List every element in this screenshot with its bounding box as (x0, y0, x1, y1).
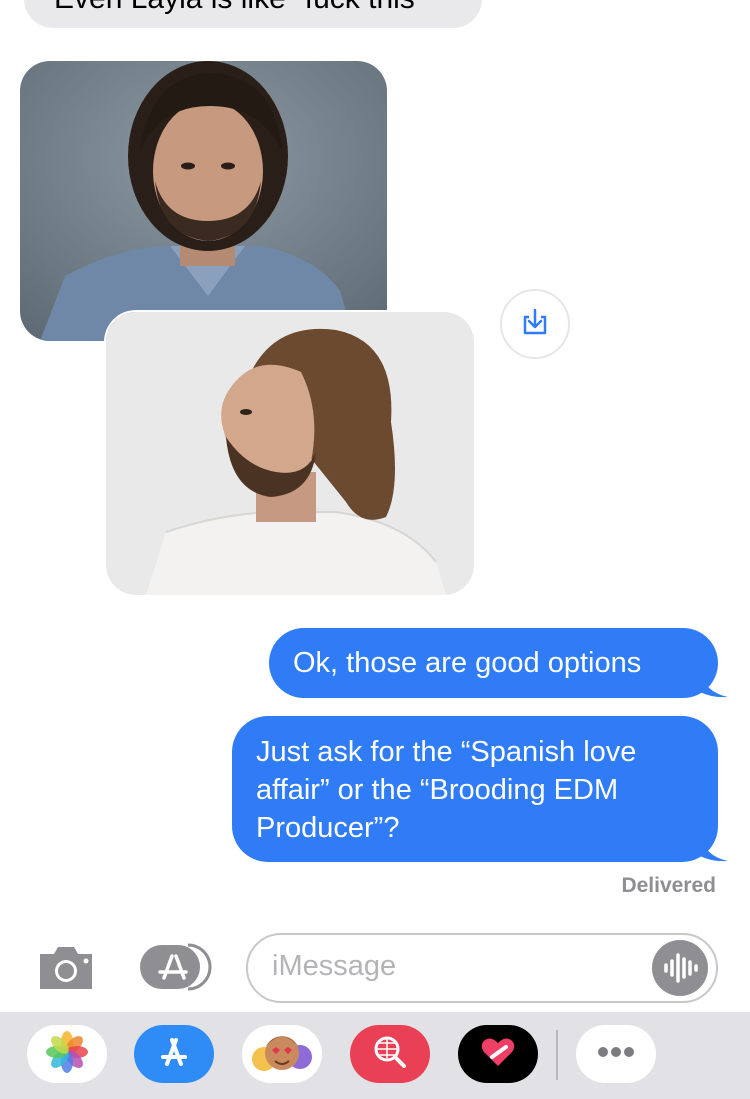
camera-button[interactable] (36, 942, 96, 992)
received-message-bubble[interactable]: Even Layla is like "fuck this" (24, 0, 482, 28)
camera-icon (36, 947, 96, 996)
memoji-app-button[interactable] (242, 1025, 322, 1083)
bubble-tail (700, 834, 728, 862)
globe-search-icon (368, 1030, 412, 1079)
app-store-app-button[interactable] (134, 1025, 214, 1083)
sent-message-text: Ok, those are good options (293, 647, 642, 679)
apps-button[interactable] (138, 942, 212, 992)
digital-touch-app-button[interactable] (458, 1025, 538, 1083)
photo-attachment-1[interactable] (20, 61, 387, 341)
photos-icon (45, 1030, 89, 1079)
app-drawer-divider (556, 1030, 558, 1080)
download-icon (520, 307, 550, 342)
received-message-text: Even Layla is like "fuck this" (54, 0, 425, 15)
message-input-placeholder: iMessage (272, 950, 397, 982)
delivery-status: Delivered (621, 874, 716, 897)
sent-message-text: Just ask for the “Spanish love affair” o… (256, 736, 637, 844)
bubble-tail (700, 670, 728, 698)
more-apps-button[interactable] (576, 1025, 656, 1083)
app-store-icon (138, 943, 212, 996)
photo-attachment-2[interactable] (106, 312, 474, 595)
ellipsis-icon (594, 1030, 638, 1079)
sent-message-bubble[interactable]: Just ask for the “Spanish love affair” o… (232, 716, 718, 862)
save-photos-button[interactable] (500, 289, 570, 359)
memoji-icon (242, 1025, 322, 1083)
web-images-search-app-button[interactable] (350, 1025, 430, 1083)
digital-touch-heart-icon (476, 1030, 520, 1079)
app-store-icon (152, 1030, 196, 1079)
waveform-icon (652, 953, 708, 1000)
sent-message-bubble[interactable]: Ok, those are good options (269, 628, 718, 698)
audio-message-button[interactable] (652, 940, 708, 996)
photos-app-button[interactable] (27, 1025, 107, 1083)
